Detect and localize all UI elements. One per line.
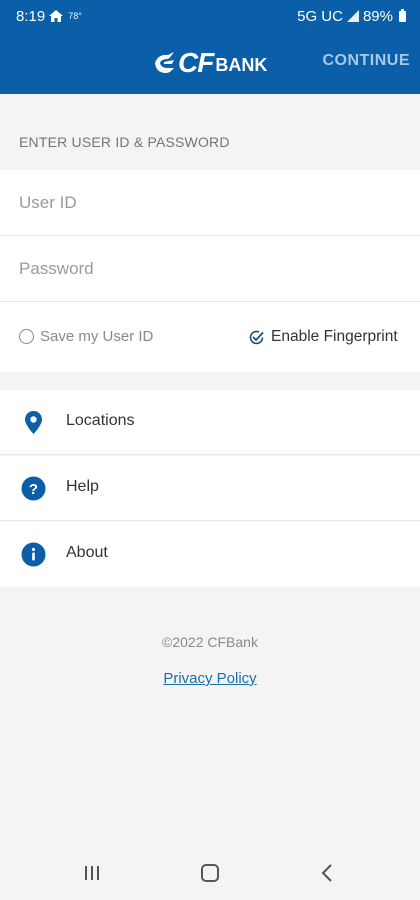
app-bar: CF BANK CONTINUE bbox=[0, 32, 420, 94]
menu-item-locations[interactable]: Locations bbox=[0, 390, 420, 455]
privacy-policy-link[interactable]: Privacy Policy bbox=[0, 670, 420, 687]
user-id-field-row bbox=[0, 170, 420, 236]
save-user-id-toggle[interactable]: Save my User ID bbox=[19, 328, 153, 345]
location-pin-icon bbox=[25, 411, 42, 434]
password-field-row bbox=[0, 236, 420, 302]
status-battery: 89% bbox=[362, 7, 393, 25]
section-title: ENTER USER ID & PASSWORD bbox=[19, 134, 230, 150]
copyright-text: ©2022 CFBank bbox=[162, 634, 258, 650]
menu-label-about: About bbox=[66, 544, 108, 561]
save-user-id-label: Save my User ID bbox=[40, 328, 154, 345]
svg-text:?: ? bbox=[29, 481, 38, 498]
status-time: 8:19 bbox=[16, 7, 46, 25]
enable-fingerprint-toggle[interactable]: Enable Fingerprint bbox=[248, 328, 398, 346]
info-icon bbox=[21, 542, 46, 567]
menu-label-help: Help bbox=[66, 478, 99, 495]
user-id-input[interactable] bbox=[19, 170, 399, 236]
login-options: Save my User ID Enable Fingerprint bbox=[0, 302, 420, 372]
logo-bank-text: BANK bbox=[215, 54, 268, 75]
menu-label-locations: Locations bbox=[66, 412, 135, 429]
enable-fingerprint-label: Enable Fingerprint bbox=[271, 328, 398, 345]
home-status-icon bbox=[49, 10, 64, 22]
recent-apps-icon[interactable] bbox=[80, 861, 104, 885]
home-icon[interactable] bbox=[198, 861, 222, 885]
logo-cf-text: CF bbox=[178, 47, 214, 78]
back-icon[interactable] bbox=[316, 861, 340, 885]
logo-mark-icon bbox=[155, 52, 174, 73]
menu-item-about[interactable]: About bbox=[0, 522, 420, 587]
menu-item-help[interactable]: ? Help bbox=[0, 456, 420, 521]
battery-icon bbox=[399, 8, 406, 22]
signal-icon bbox=[346, 10, 359, 22]
continue-button[interactable]: CONTINUE bbox=[322, 52, 410, 70]
status-network: 5G UC bbox=[297, 7, 343, 25]
check-circle-icon[interactable] bbox=[248, 329, 265, 346]
status-bar: 8:19 78° 5G UC 89% bbox=[0, 0, 420, 32]
cfbank-logo: CF BANK bbox=[152, 46, 267, 80]
status-temperature: 78° bbox=[68, 11, 82, 21]
save-user-id-radio[interactable] bbox=[19, 329, 34, 344]
password-input[interactable] bbox=[19, 236, 399, 302]
system-navigation-bar bbox=[0, 845, 420, 900]
help-icon: ? bbox=[21, 476, 46, 501]
login-section-header: ENTER USER ID & PASSWORD bbox=[0, 94, 420, 170]
